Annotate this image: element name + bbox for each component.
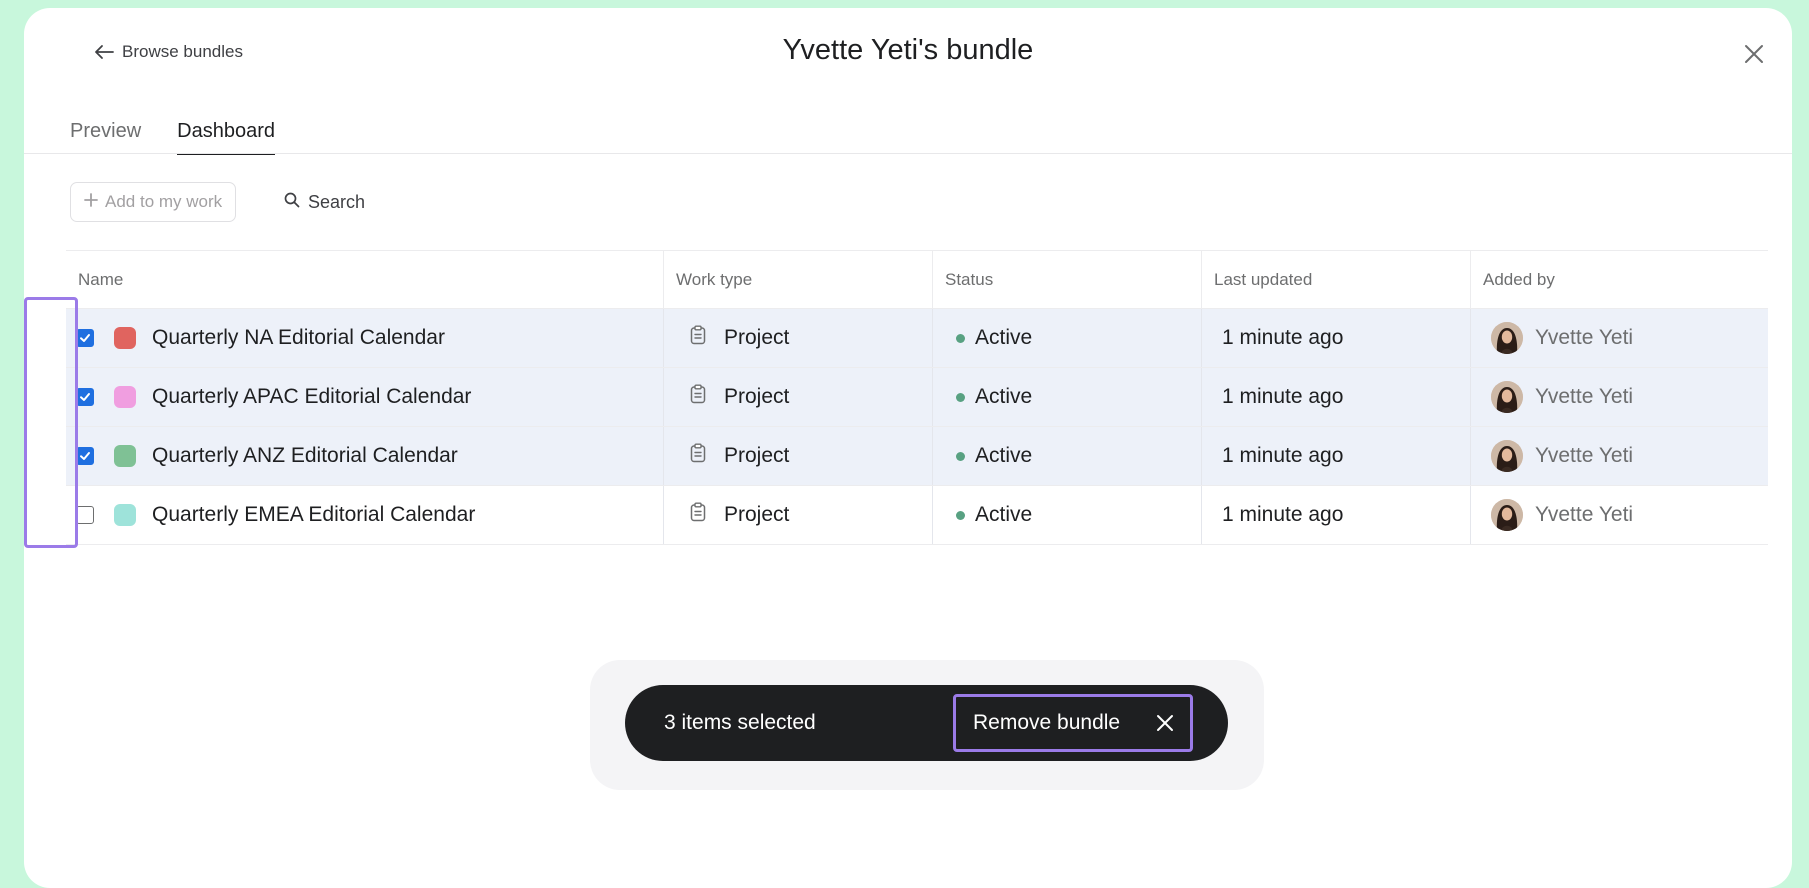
selection-action-bar: 3 items selected Remove bundle: [625, 685, 1228, 761]
project-color-icon: [114, 327, 136, 349]
tab-dashboard[interactable]: Dashboard: [177, 116, 275, 155]
project-name[interactable]: Quarterly ANZ Editorial Calendar: [152, 444, 458, 468]
cell-status: Active: [933, 486, 1202, 544]
page-title: Yvette Yeti's bundle: [782, 34, 1034, 66]
bundle-dialog: Browse bundles Yvette Yeti's bundle Prev…: [24, 8, 1792, 888]
last-updated-label: 1 minute ago: [1222, 385, 1344, 408]
cell-added-by: Yvette Yeti: [1471, 486, 1768, 544]
bundle-table: Name Work type Status Last updated Added…: [66, 250, 1768, 545]
cell-name: Quarterly EMEA Editorial Calendar: [66, 486, 664, 544]
status-label: Active: [975, 385, 1033, 408]
cell-name: Quarterly NA Editorial Calendar: [66, 309, 664, 367]
remove-bundle-button[interactable]: Remove bundle: [973, 711, 1120, 735]
cell-name: Quarterly APAC Editorial Calendar: [66, 368, 664, 426]
status-dot-icon: [956, 451, 965, 461]
status-label: Active: [975, 326, 1033, 349]
close-icon[interactable]: [1154, 712, 1176, 734]
cell-work-type: Project: [664, 427, 933, 485]
tabs-divider: [24, 153, 1792, 154]
table-row[interactable]: Quarterly EMEA Editorial Calendar Project…: [66, 486, 1768, 545]
avatar: [1491, 322, 1523, 354]
add-to-my-work-label: Add to my work: [105, 192, 223, 211]
work-type-label: Project: [724, 444, 790, 467]
added-by-name: Yvette Yeti: [1535, 444, 1634, 467]
project-clipboard-icon: [690, 325, 706, 351]
status-dot-icon: [956, 333, 965, 343]
status-label: Active: [975, 503, 1033, 526]
table-row[interactable]: Quarterly ANZ Editorial Calendar Project A…: [66, 427, 1768, 486]
added-by-name: Yvette Yeti: [1535, 326, 1634, 349]
avatar: [1491, 440, 1523, 472]
cell-added-by: Yvette Yeti: [1471, 309, 1768, 367]
project-clipboard-icon: [690, 384, 706, 410]
search-label: Search: [308, 191, 366, 212]
tab-preview[interactable]: Preview: [70, 116, 141, 155]
project-clipboard-icon: [690, 443, 706, 469]
avatar: [1491, 499, 1523, 531]
added-by-name: Yvette Yeti: [1535, 385, 1634, 408]
cell-last-updated: 1 minute ago: [1202, 486, 1471, 544]
work-type-label: Project: [724, 385, 790, 408]
added-by-name: Yvette Yeti: [1535, 503, 1634, 526]
table-row[interactable]: Quarterly NA Editorial Calendar Project Ac…: [66, 309, 1768, 368]
last-updated-label: 1 minute ago: [1222, 326, 1344, 349]
project-name[interactable]: Quarterly NA Editorial Calendar: [152, 326, 445, 350]
avatar: [1491, 381, 1523, 413]
work-type-label: Project: [724, 503, 790, 526]
project-name[interactable]: Quarterly APAC Editorial Calendar: [152, 385, 471, 409]
plus-icon: [84, 192, 98, 212]
table-header: Name Work type Status Last updated Added…: [66, 250, 1768, 309]
column-header-work-type[interactable]: Work type: [664, 251, 933, 308]
remove-bundle-highlight: Remove bundle: [953, 694, 1193, 752]
cell-last-updated: 1 minute ago: [1202, 427, 1471, 485]
add-to-my-work-button[interactable]: Add to my work: [70, 182, 237, 222]
last-updated-label: 1 minute ago: [1222, 503, 1344, 526]
cell-last-updated: 1 minute ago: [1202, 309, 1471, 367]
work-type-label: Project: [724, 326, 790, 349]
column-header-added-by[interactable]: Added by: [1471, 251, 1768, 308]
cell-status: Active: [933, 368, 1202, 426]
column-header-last-updated[interactable]: Last updated: [1202, 251, 1471, 308]
row-checkbox[interactable]: [76, 447, 94, 465]
project-clipboard-icon: [690, 502, 706, 528]
table-body: Quarterly NA Editorial Calendar Project Ac…: [66, 309, 1768, 545]
cell-work-type: Project: [664, 486, 933, 544]
cell-added-by: Yvette Yeti: [1471, 368, 1768, 426]
table-row[interactable]: Quarterly APAC Editorial Calendar Project…: [66, 368, 1768, 427]
column-header-name[interactable]: Name: [66, 251, 664, 308]
cell-work-type: Project: [664, 309, 933, 367]
selected-count: 3 items selected: [664, 711, 816, 734]
row-checkbox[interactable]: [76, 388, 94, 406]
project-name[interactable]: Quarterly EMEA Editorial Calendar: [152, 503, 475, 527]
status-dot-icon: [956, 392, 965, 402]
project-color-icon: [114, 504, 136, 526]
cell-last-updated: 1 minute ago: [1202, 368, 1471, 426]
tab-bar: Preview Dashboard: [70, 116, 275, 155]
row-checkbox[interactable]: [76, 329, 94, 347]
project-color-icon: [114, 386, 136, 408]
column-header-status[interactable]: Status: [933, 251, 1202, 308]
search-icon: [284, 192, 300, 213]
status-dot-icon: [956, 510, 965, 520]
cell-added-by: Yvette Yeti: [1471, 427, 1768, 485]
cell-work-type: Project: [664, 368, 933, 426]
cell-name: Quarterly ANZ Editorial Calendar: [66, 427, 664, 485]
project-color-icon: [114, 445, 136, 467]
cell-status: Active: [933, 309, 1202, 367]
close-icon[interactable]: [1740, 40, 1768, 68]
row-checkbox[interactable]: [76, 506, 94, 524]
last-updated-label: 1 minute ago: [1222, 444, 1344, 467]
search-button[interactable]: Search: [284, 182, 365, 222]
status-label: Active: [975, 444, 1033, 467]
cell-status: Active: [933, 427, 1202, 485]
